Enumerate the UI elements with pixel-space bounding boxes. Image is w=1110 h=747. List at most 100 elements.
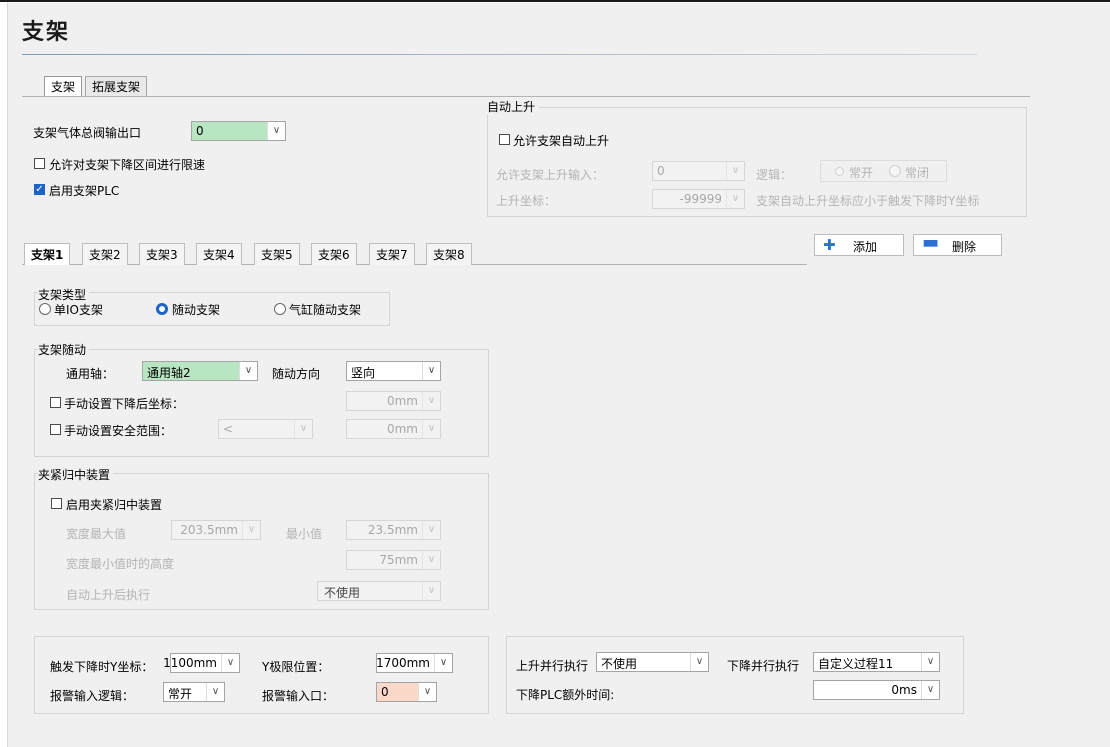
title-divider (22, 54, 977, 55)
top-tabs-baseline (22, 96, 1030, 97)
chevron-down-icon: ∨ (267, 122, 285, 140)
alarm-input-select[interactable]: 0 ∨ (376, 682, 437, 702)
chevron-down-icon: ∨ (422, 582, 440, 600)
chevron-down-icon: ∨ (921, 653, 939, 671)
tab-bracket[interactable]: 支架 (44, 76, 83, 96)
alarm-input-label: 报警输入口： (262, 689, 335, 703)
output-label: 支架气体总阀输出口 (33, 126, 142, 140)
rise-input-label: 允许支架上升输入： (496, 168, 605, 182)
delete-button[interactable]: ▬ 删除 (913, 234, 1002, 256)
follow-title: 支架随动 (38, 341, 90, 358)
y-limit-label: Y极限位置： (262, 660, 330, 674)
rise-coord-field[interactable]: -99999 ∨ (652, 189, 745, 209)
chevron-down-icon: ∨ (422, 420, 440, 438)
clamp-enable-checkbox[interactable] (51, 498, 62, 509)
chevron-down-icon: ∨ (422, 392, 440, 410)
rise-coord-value: -99999 (679, 192, 722, 206)
manual-coord-field[interactable]: 0mm ∨ (346, 391, 441, 411)
clamp-after-select[interactable]: 不使用 ∨ (317, 581, 441, 601)
y-limit-value: 1700mm (376, 656, 430, 670)
clamp-min-label: 最小值 (286, 527, 323, 541)
rise-coord-label: 上升坐标： (496, 194, 557, 208)
fall-parallel-select[interactable]: 自定义过程11 ∨ (813, 652, 940, 672)
rise-parallel-label: 上升并行执行 (516, 659, 589, 673)
clamp-height-field[interactable]: 75mm ∨ (346, 550, 441, 570)
clamp-title: 夹紧归中装置 (38, 466, 114, 483)
chevron-down-icon: ∨ (690, 653, 708, 671)
chevron-down-icon: ∨ (206, 683, 224, 701)
axis-select[interactable]: 通用轴2 ∨ (142, 361, 258, 381)
add-button[interactable]: ✚ 添加 (814, 234, 904, 256)
direction-value: 竖向 (351, 366, 376, 380)
chevron-down-icon: ∨ (434, 654, 452, 672)
axis-label: 通用轴： (66, 367, 115, 381)
plc-extra-time-value: 0ms (891, 683, 917, 697)
chevron-down-icon: ∨ (242, 521, 260, 539)
plus-icon: ✚ (823, 236, 836, 254)
tab-extended-bracket[interactable]: 拓展支架 (85, 76, 148, 96)
tab-bracket-6[interactable]: 支架6 (311, 243, 357, 265)
rise-parallel-value: 不使用 (601, 657, 638, 671)
y-limit-field[interactable]: 1700mm ∨ (376, 653, 453, 673)
alarm-logic-label: 报警输入逻辑： (50, 689, 135, 703)
trigger-y-value: 1100mm (163, 656, 217, 670)
plc-checkbox[interactable] (34, 184, 45, 195)
add-button-label: 添加 (853, 240, 878, 254)
logic-normally-open-radio[interactable] (835, 167, 844, 176)
radio-follow-label: 随动支架 (172, 303, 221, 317)
clamp-max-field[interactable]: 203.5mm ∨ (171, 520, 261, 540)
tab-bracket-5[interactable]: 支架5 (254, 243, 300, 265)
logic-normally-closed-label: 常闭 (905, 166, 930, 180)
chevron-down-icon: ∨ (422, 551, 440, 569)
chevron-down-icon: ∨ (418, 683, 436, 701)
tab-bracket-8[interactable]: 支架8 (426, 243, 472, 265)
logic-label: 逻辑： (756, 168, 793, 182)
tab-bracket-2[interactable]: 支架2 (82, 243, 128, 265)
clamp-height-label: 宽度最小值时的高度 (66, 557, 175, 571)
radio-single-io-label: 单IO支架 (54, 303, 103, 317)
safe-range-field[interactable]: 0mm ∨ (346, 419, 441, 439)
rise-input-select[interactable]: 0 ∨ (652, 161, 745, 181)
radio-cylinder-follow[interactable] (274, 303, 286, 315)
top-border (0, 0, 1110, 2)
page-title: 支架 (22, 19, 71, 45)
manual-coord-label: 手动设置下降后坐标： (64, 397, 185, 411)
radio-single-io[interactable] (39, 303, 51, 315)
alarm-logic-select[interactable]: 常开 ∨ (163, 682, 225, 702)
manual-coord-checkbox[interactable] (50, 397, 61, 408)
direction-select[interactable]: 竖向 ∨ (346, 361, 441, 381)
auto-rise-checkbox[interactable] (499, 134, 510, 145)
manual-coord-value: 0mm (386, 394, 418, 408)
delete-button-label: 删除 (952, 240, 977, 254)
logic-normally-closed-radio[interactable] (889, 165, 901, 177)
chevron-down-icon: ∨ (239, 362, 257, 380)
rise-parallel-select[interactable]: 不使用 ∨ (596, 652, 709, 672)
trigger-y-label: 触发下降时Y坐标： (50, 660, 154, 674)
minus-icon: ▬ (922, 232, 940, 253)
plc-extra-time-field[interactable]: 0ms ∨ (813, 680, 940, 700)
logic-normally-open-label: 常开 (849, 166, 874, 180)
trigger-y-field[interactable]: 1100mm ∨ (163, 653, 240, 673)
clamp-max-label: 宽度最大值 (66, 527, 127, 541)
radio-follow[interactable] (156, 303, 168, 315)
tab-bracket-3[interactable]: 支架3 (139, 243, 185, 265)
chevron-down-icon: ∨ (726, 190, 744, 208)
plc-extra-time-label: 下降PLC额外时间: (516, 688, 615, 702)
clamp-max-value: 203.5mm (180, 523, 238, 537)
auto-rise-title: 自动上升 (487, 98, 540, 115)
speed-limit-checkbox[interactable] (34, 158, 45, 169)
radio-cylinder-follow-label: 气缸随动支架 (289, 303, 362, 317)
clamp-min-field[interactable]: 23.5mm ∨ (346, 520, 441, 540)
safe-range-op-select[interactable]: < ∨ (218, 419, 313, 439)
clamp-enable-label: 启用夹紧归中装置 (66, 498, 163, 512)
chevron-down-icon: ∨ (221, 654, 239, 672)
tab-bracket-4[interactable]: 支架4 (196, 243, 242, 265)
rise-coord-note: 支架自动上升坐标应小于触发下降时Y坐标 (756, 194, 980, 208)
tab-bracket-7[interactable]: 支架7 (369, 243, 415, 265)
tab-bracket-1[interactable]: 支架1 (24, 243, 71, 265)
output-select[interactable]: 0 ∨ (191, 121, 286, 141)
safe-range-checkbox[interactable] (50, 424, 61, 435)
chevron-down-icon: ∨ (422, 521, 440, 539)
axis-value: 通用轴2 (147, 366, 191, 380)
alarm-logic-value: 常开 (168, 687, 193, 701)
